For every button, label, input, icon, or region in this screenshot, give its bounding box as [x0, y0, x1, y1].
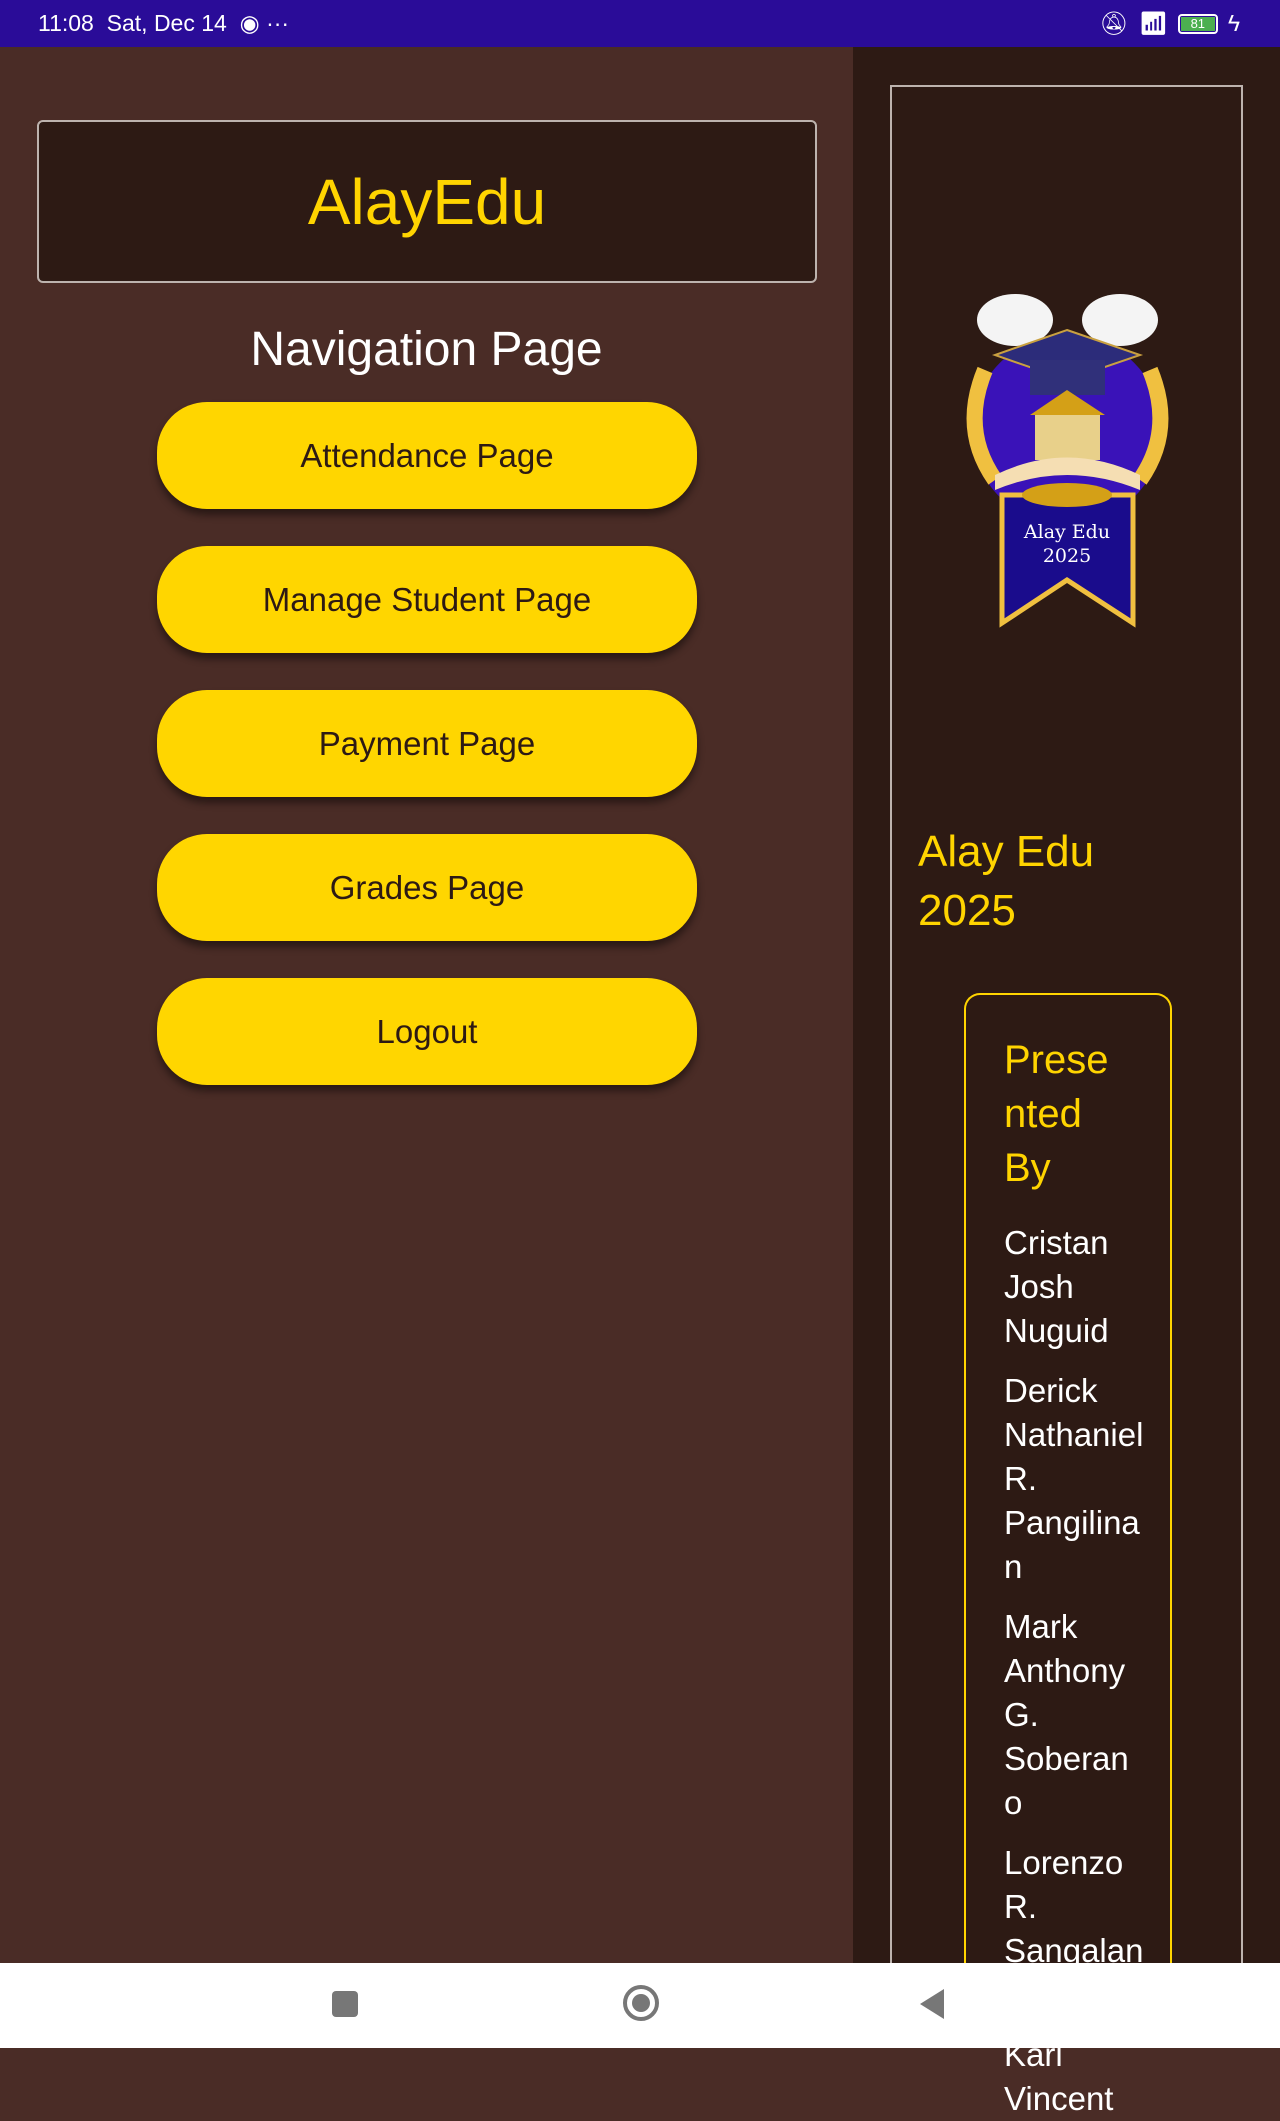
recents-button[interactable]	[332, 1991, 358, 2017]
bell-off-icon: 🔕︎	[1099, 10, 1129, 36]
credits-box: Presented By Cristan Josh Nuguid Derick …	[964, 993, 1172, 2117]
payment-page-button[interactable]: Payment Page	[157, 690, 697, 797]
system-nav-bar	[0, 1963, 1280, 2048]
messenger-icon: ◉	[239, 10, 260, 36]
credit-name: Derick Nathaniel R. Pangilinan	[1004, 1372, 1144, 1585]
sidebar: Alay Edu 2025 Alay Edu 2025 Presented By…	[853, 47, 1280, 2117]
credit-name: Mark Anthony G. Soberano	[1004, 1608, 1129, 1821]
presented-by-heading: Presented By	[1004, 1038, 1109, 1190]
page-title: Navigation Page	[250, 323, 603, 376]
more-icon: ···	[266, 10, 290, 36]
credit-name: Cristan Josh Nuguid	[1004, 1224, 1109, 1349]
sidebar-frame: Alay Edu 2025 Alay Edu 2025 Presented By…	[890, 85, 1243, 2117]
charging-icon: ϟ	[1227, 10, 1240, 36]
wifi-icon: 📶︎	[1138, 10, 1168, 36]
battery-icon: 81	[1177, 13, 1218, 34]
svg-text:2025: 2025	[1043, 545, 1091, 567]
manage-student-page-button[interactable]: Manage Student Page	[157, 546, 697, 653]
sidebar-title: Alay Edu 2025	[918, 827, 1095, 935]
status-date: Sat, Dec 14	[106, 10, 227, 36]
status-time: 11:08	[38, 10, 94, 36]
grades-page-button[interactable]: Grades Page	[157, 834, 697, 941]
home-button[interactable]	[623, 1985, 659, 2021]
alay-edu-logo: Alay Edu 2025	[966, 294, 1169, 628]
logout-button[interactable]: Logout	[157, 978, 697, 1085]
svg-text:Alay Edu: Alay Edu	[1023, 521, 1110, 543]
status-bar: 11:08 Sat, Dec 14 ◉ ··· 🔕︎ 📶︎ 81 ϟ	[0, 0, 1280, 47]
navigation-panel: AlayEdu Navigation Page Attendance Page …	[0, 47, 853, 1963]
back-button[interactable]	[920, 1989, 944, 2019]
attendance-page-button[interactable]: Attendance Page	[157, 402, 697, 509]
app-title: AlayEdu	[37, 120, 817, 283]
